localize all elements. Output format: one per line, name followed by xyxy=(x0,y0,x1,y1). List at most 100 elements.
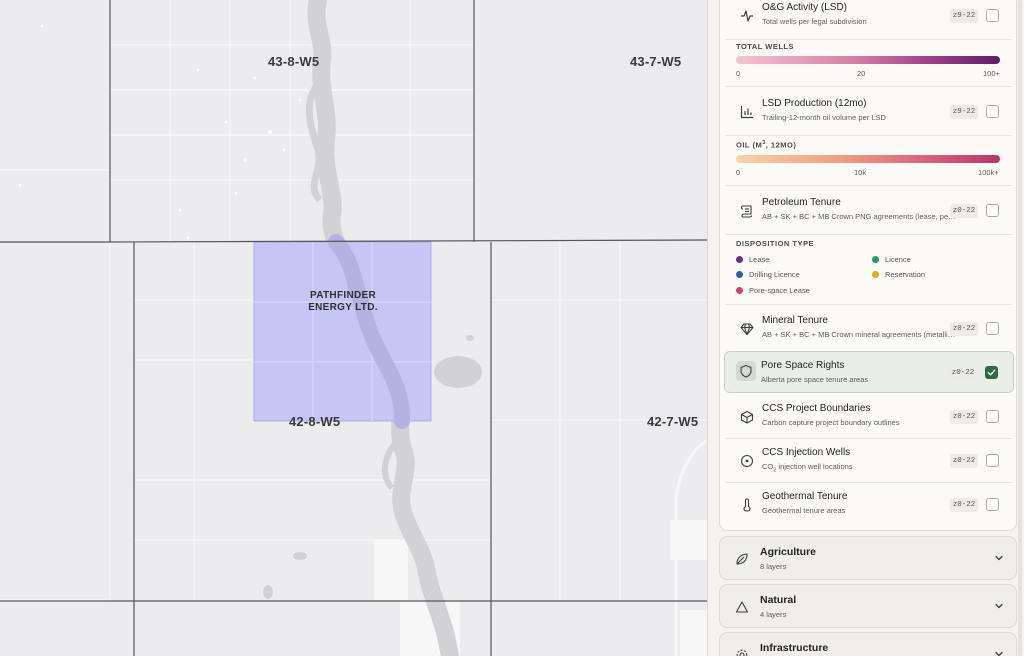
parcel-owner-label: PATHFINDER ENERGY LTD. xyxy=(303,290,383,314)
divider xyxy=(726,482,1012,483)
legend-label: Lease xyxy=(749,255,770,264)
legend-item-lease: Lease xyxy=(736,255,769,264)
zoom-range-badge: z9-22 xyxy=(950,9,978,23)
legend-tick: 10k xyxy=(854,168,867,177)
legend-label: Drilling Licence xyxy=(749,270,800,279)
legend-item-reservation: Reservation xyxy=(872,270,925,279)
legend-tick: 0 xyxy=(736,168,741,177)
app-window: 43-8-W5 43-7-W5 42-8-W5 42-7-W5 PATHFIND… xyxy=(0,0,1024,656)
map-basemap xyxy=(0,0,707,656)
layer-subtitle: Alberta pore space tenure areas xyxy=(761,375,869,384)
gem-icon xyxy=(738,320,756,338)
group-title: Agriculture xyxy=(760,546,817,558)
gear-icon xyxy=(734,647,750,656)
layer-subtitle: Total wells per legal subdivision xyxy=(762,17,867,26)
legend-tick: 100k+ xyxy=(978,168,999,177)
layer-row-ccs-project-boundaries[interactable]: CCS Project Boundaries Carbon capture pr… xyxy=(726,398,1012,436)
map-canvas[interactable]: 43-8-W5 43-7-W5 42-8-W5 42-7-W5 PATHFIND… xyxy=(0,0,707,656)
leaf-icon xyxy=(734,551,750,567)
layer-row-geothermal-tenure[interactable]: Geothermal Tenure Geothermal tenure area… xyxy=(726,486,1012,524)
zoom-range-badge: z0-22 xyxy=(950,322,978,336)
divider xyxy=(726,185,1012,186)
legend-label: Pore-space Lease xyxy=(749,286,810,295)
layer-checkbox[interactable] xyxy=(986,454,999,467)
layer-title: O&G Activity (LSD) xyxy=(762,2,848,13)
layer-checkbox[interactable] xyxy=(986,498,999,511)
layer-title: CCS Project Boundaries xyxy=(762,403,871,414)
layer-row-ccs-injection-wells[interactable]: CCS Injection Wells CO2 injection well l… xyxy=(726,442,1012,480)
legend-tick: 100+ xyxy=(983,69,1000,78)
group-title: Infrastructure xyxy=(760,642,829,654)
layer-title: LSD Production (12mo) xyxy=(762,98,867,109)
divider xyxy=(726,234,1012,235)
divider xyxy=(726,438,1012,439)
chevron-down-icon[interactable] xyxy=(992,599,1006,613)
layers-group-card: O&G Activity (LSD) Total wells per legal… xyxy=(719,0,1017,531)
parcel-owner-line: ENERGY LTD. xyxy=(308,302,378,313)
legend-heading: OIL (M3, 12MO) xyxy=(736,140,796,150)
legend-dot xyxy=(736,256,743,263)
layers-sidebar: O&G Activity (LSD) Total wells per legal… xyxy=(707,0,1024,656)
mountain-icon xyxy=(734,599,750,615)
zoom-range-badge: z0-22 xyxy=(950,410,978,424)
layer-row-og-activity[interactable]: O&G Activity (LSD) Total wells per legal… xyxy=(726,0,1012,35)
zoom-range-badge: z0-22 xyxy=(950,204,978,218)
layer-checkbox[interactable] xyxy=(985,366,998,379)
legend-tick: 0 xyxy=(736,69,741,78)
total-wells-gradient xyxy=(736,56,1000,64)
layer-row-petroleum-tenure[interactable]: Petroleum Tenure AB + SK + BC + MB Crown… xyxy=(726,192,1012,230)
shield-icon xyxy=(736,361,756,381)
subtitle-part: injection well locations xyxy=(776,462,853,471)
township-label: 43-7-W5 xyxy=(630,54,682,69)
target-icon xyxy=(738,452,756,470)
layer-checkbox[interactable] xyxy=(986,410,999,423)
layer-subtitle: Carbon capture project boundary outlines xyxy=(762,418,900,427)
legend-heading-part: , 12MO) xyxy=(765,140,797,150)
divider xyxy=(726,86,1012,87)
activity-icon xyxy=(738,7,756,25)
layer-title: CCS Injection Wells xyxy=(762,447,851,458)
sidebar-scrollbar[interactable] xyxy=(1018,0,1022,656)
divider xyxy=(726,39,1012,40)
group-natural[interactable]: Natural 4 layers xyxy=(719,584,1017,628)
legend-tick: 20 xyxy=(857,69,866,78)
layer-checkbox[interactable] xyxy=(986,322,999,335)
layer-title: Mineral Tenure xyxy=(762,315,828,326)
layer-checkbox[interactable] xyxy=(986,9,999,22)
group-agriculture[interactable]: Agriculture 8 layers xyxy=(719,536,1017,580)
legend-item-pore-space-lease: Pore-space Lease xyxy=(736,286,810,295)
subtitle-part: CO xyxy=(762,462,774,471)
layer-row-pore-space-rights[interactable]: Pore Space Rights Alberta pore space ten… xyxy=(724,351,1014,393)
legend-heading: TOTAL WELLS xyxy=(736,42,794,51)
divider xyxy=(726,304,1012,305)
cube-icon xyxy=(738,408,756,426)
zoom-range-badge: z0-22 xyxy=(949,366,977,380)
layer-row-lsd-production[interactable]: LSD Production (12mo) Trailing-12-month … xyxy=(726,93,1012,131)
oil-volume-gradient xyxy=(736,155,1000,163)
legend-item-licence: Licence xyxy=(872,255,911,264)
thermometer-icon xyxy=(738,496,756,514)
divider xyxy=(726,135,1012,136)
layer-row-mineral-tenure[interactable]: Mineral Tenure AB + SK + BC + MB Crown m… xyxy=(726,310,1012,348)
legend-dot xyxy=(872,256,879,263)
zoom-range-badge: z9-22 xyxy=(950,105,978,119)
layer-checkbox[interactable] xyxy=(986,105,999,118)
group-layer-count: 4 layers xyxy=(760,610,787,619)
legend-item-drilling-licence: Drilling Licence xyxy=(736,270,800,279)
legend-label: Licence xyxy=(885,255,911,264)
layer-subtitle: Trailing-12-month oil volume per LSD xyxy=(762,113,886,122)
scroll-icon xyxy=(738,202,756,220)
legend-label: Reservation xyxy=(885,270,926,279)
layer-title: Petroleum Tenure xyxy=(762,197,841,208)
bar-chart-icon xyxy=(738,103,756,121)
layer-checkbox[interactable] xyxy=(986,204,999,217)
township-label: 43-8-W5 xyxy=(268,54,320,69)
chevron-down-icon[interactable] xyxy=(992,647,1006,656)
layer-subtitle: AB + SK + BC + MB Crown mineral agreemen… xyxy=(762,330,958,339)
group-layer-count: 8 layers xyxy=(760,562,787,571)
check-icon xyxy=(987,369,996,376)
layer-subtitle: Geothermal tenure areas xyxy=(762,506,846,515)
group-infrastructure[interactable]: Infrastructure xyxy=(719,632,1017,656)
chevron-down-icon[interactable] xyxy=(992,551,1006,565)
legend-heading-part: OIL (M xyxy=(736,140,763,150)
